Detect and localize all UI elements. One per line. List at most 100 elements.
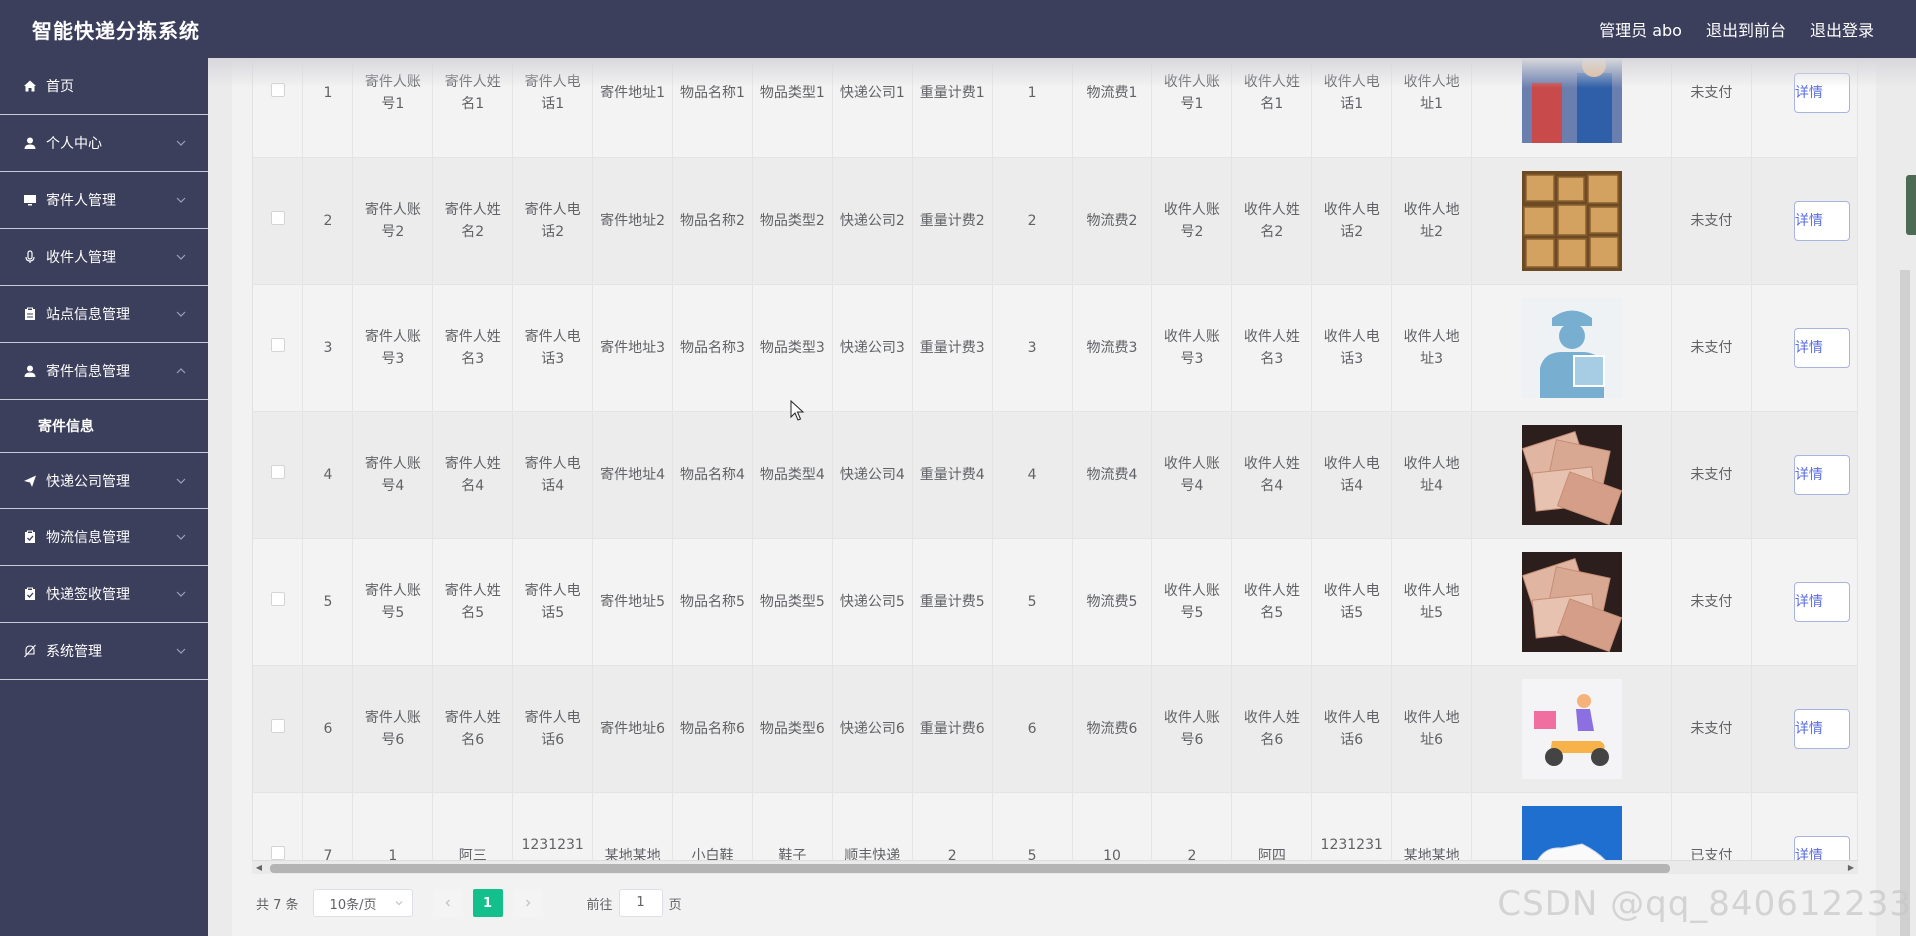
sidebar-item-shipment-info-management[interactable]: 寄件信息管理	[0, 343, 208, 400]
row-index: 6	[302, 665, 354, 793]
row-index: 4	[302, 411, 354, 539]
table-row: 71阿三12312312323某地某地小白鞋鞋子顺丰快递25102阿四12312…	[253, 792, 1858, 860]
payment-status: 未支付	[1671, 284, 1752, 412]
prev-page-button[interactable]	[432, 889, 463, 917]
table-cell: 物流费5	[1072, 538, 1153, 666]
table-cell: 物品类型2	[752, 157, 833, 285]
data-table: 1寄件人账号1寄件人姓名1寄件人电话1寄件地址1物品名称1物品类型1快递公司1重…	[253, 58, 1858, 860]
table-cell: 物品名称4	[672, 411, 753, 539]
action-cell: 详情	[1751, 411, 1858, 539]
row-checkbox[interactable]	[270, 845, 285, 860]
detail-button[interactable]: 详情	[1793, 200, 1850, 241]
item-image-cell	[1471, 284, 1672, 412]
table-cell: 寄件人电话4	[512, 411, 594, 539]
table-cell: 寄件地址2	[592, 157, 674, 285]
table-cell: 物品类型6	[752, 665, 833, 793]
detail-button[interactable]: 详情	[1793, 835, 1850, 860]
sidebar-item-courier-company-management[interactable]: 快递公司管理	[0, 452, 208, 509]
table-cell: 寄件地址4	[592, 411, 674, 539]
row-checkbox[interactable]	[270, 718, 285, 733]
table-cell: 收件人姓名3	[1231, 284, 1313, 412]
table-cell: 寄件人姓名3	[432, 284, 514, 412]
table-cell: 收件人地址4	[1391, 411, 1473, 539]
table-cell: 某地某地	[592, 792, 674, 860]
side-widget-tab[interactable]	[1906, 175, 1916, 235]
page-number-active[interactable]: 1	[472, 889, 503, 917]
chevron-down-icon	[176, 648, 186, 654]
sidebar-item-logistics-info-management[interactable]: 物流信息管理	[0, 509, 208, 566]
table-cell: 收件人账号2	[1151, 157, 1233, 285]
table-cell: 寄件人电话3	[512, 284, 594, 412]
table-cell: 快递公司2	[832, 157, 913, 285]
row-checkbox[interactable]	[270, 337, 285, 352]
table-cell: 收件人地址3	[1391, 284, 1473, 412]
table-cell: 物品名称3	[672, 284, 753, 412]
table-cell: 寄件地址6	[592, 665, 674, 793]
table-cell: 3	[992, 284, 1073, 412]
table-cell: 物品类型5	[752, 538, 833, 666]
table-cell: 物流费4	[1072, 411, 1153, 539]
table-cell: 收件人地址2	[1391, 157, 1473, 285]
item-image-cell	[1471, 538, 1672, 666]
page-size-value: 10条/页	[329, 897, 377, 913]
logout-link[interactable]: 退出登录	[1810, 17, 1874, 41]
clipboard-icon	[22, 306, 38, 322]
page-vertical-scrollbar[interactable]	[1900, 270, 1910, 936]
payment-status: 已支付	[1671, 792, 1752, 860]
sidebar-item-label: 快递签收管理	[46, 587, 130, 603]
chevron-right-icon	[525, 899, 530, 907]
row-checkbox[interactable]	[270, 464, 285, 479]
table-cell: 寄件地址3	[592, 284, 674, 412]
sidebar-item-personal-center[interactable]: 个人中心	[0, 115, 208, 172]
detail-button[interactable]: 详情	[1793, 327, 1850, 368]
table-cell: 10	[1072, 792, 1153, 860]
chevron-down-icon	[395, 901, 402, 906]
table-cell: 收件人地址5	[1391, 538, 1473, 666]
sidebar-item-label: 寄件人管理	[46, 193, 116, 209]
mouse-cursor-icon	[790, 400, 805, 421]
scroll-left-arrow-icon[interactable]: ◀	[252, 861, 266, 875]
item-image	[1521, 805, 1622, 860]
sidebar-item-label: 快递公司管理	[46, 473, 130, 490]
sidebar-item-label: 站点信息管理	[46, 307, 130, 323]
next-page-button[interactable]	[512, 889, 543, 917]
total-count: 共 7 条	[256, 897, 299, 913]
row-checkbox[interactable]	[270, 591, 285, 606]
scrollbar-thumb[interactable]	[270, 864, 1670, 873]
sidebar-item-station-management[interactable]: 站点信息管理	[0, 286, 208, 343]
sidebar-item-sender-management[interactable]: 寄件人管理	[0, 172, 208, 229]
sidebar-item-receiver-management[interactable]: 收件人管理	[0, 229, 208, 286]
page-size-select[interactable]: 10条/页	[312, 889, 413, 917]
sidebar-item-delivery-signing-management[interactable]: 快递签收管理	[0, 566, 208, 623]
table-row: 5 寄件人账号5 寄件人姓名5 寄件人电话5 寄件地址5 物品名称5 物品类型5 快递公司5 重…	[253, 538, 1858, 666]
sidebar-item-system-management[interactable]: 系统管理	[0, 623, 208, 680]
table-horizontal-scrollbar[interactable]: ◀ ▶	[252, 860, 1858, 874]
table-cell: 收件人姓名6	[1231, 665, 1313, 793]
detail-button[interactable]: 详情	[1793, 708, 1850, 749]
monitor-icon	[22, 192, 38, 208]
sidebar-subitem-shipment-info[interactable]: 寄件信息	[0, 400, 208, 452]
row-checkbox[interactable]	[270, 210, 285, 225]
table-cell: 重量计费3	[912, 284, 993, 412]
row-checkbox-cell	[253, 411, 304, 539]
table-cell: 寄件人姓名2	[432, 157, 514, 285]
table-cell: 5	[992, 538, 1073, 666]
goto-page-input[interactable]: 1	[618, 889, 663, 917]
detail-button[interactable]: 详情	[1793, 581, 1850, 622]
scroll-right-arrow-icon[interactable]: ▶	[1844, 861, 1858, 875]
row-checkbox-cell	[253, 665, 304, 793]
chevron-down-icon	[176, 140, 186, 146]
table-row: 4 寄件人账号4 寄件人姓名4 寄件人电话4 寄件地址4 物品名称4 物品类型4 快递公司4 重…	[253, 411, 1858, 539]
exit-to-front-link[interactable]: 退出到前台	[1706, 17, 1786, 41]
chevron-down-icon	[176, 197, 186, 203]
sidebar-item-home[interactable]: 首页	[0, 58, 208, 115]
payment-status: 未支付	[1671, 665, 1752, 793]
table-cell: 收件人账号5	[1151, 538, 1233, 666]
chevron-up-icon	[176, 368, 186, 374]
detail-button[interactable]: 详情	[1793, 454, 1850, 495]
item-image	[1521, 424, 1622, 525]
home-icon	[22, 78, 38, 94]
item-image	[1521, 170, 1622, 271]
table-cell: 物流费3	[1072, 284, 1153, 412]
header-shadow	[208, 58, 1916, 88]
